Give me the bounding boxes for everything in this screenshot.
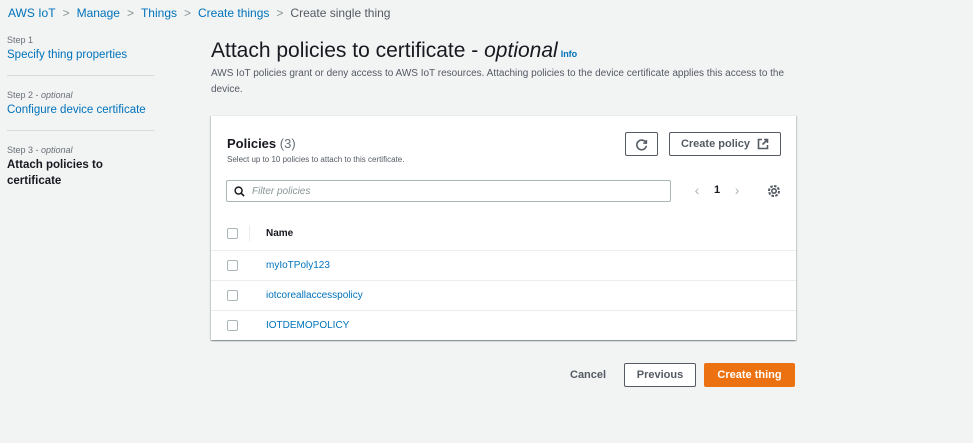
- chevron-right-icon[interactable]: ›: [730, 182, 744, 198]
- step-number: Step 3 - optional: [7, 145, 73, 155]
- step-number: Step 2 - optional: [7, 90, 73, 100]
- breadcrumb-aws-iot[interactable]: AWS IoT: [8, 6, 56, 20]
- wizard-step-2: Step 2 - optional Configure device certi…: [7, 75, 154, 130]
- panel-subtitle: Select up to 10 policies to attach to th…: [227, 155, 405, 164]
- policy-link[interactable]: myIoTPoly123: [266, 260, 330, 271]
- page-title: Attach policies to certificate - optiona…: [211, 39, 577, 63]
- chevron-left-icon[interactable]: ‹: [690, 182, 704, 198]
- refresh-icon: [635, 139, 647, 151]
- breadcrumb-create-things[interactable]: Create things: [198, 6, 269, 20]
- previous-button[interactable]: Previous: [624, 363, 696, 387]
- chevron-right-icon: >: [184, 6, 192, 20]
- external-link-icon: [757, 138, 769, 150]
- breadcrumb: AWS IoT > Manage > Things > Create thing…: [8, 6, 390, 20]
- table-row[interactable]: myIoTPoly123: [211, 251, 796, 281]
- page-number[interactable]: 1: [714, 184, 720, 196]
- wizard-step-3: Step 3 - optional Attach policies to cer…: [7, 130, 154, 201]
- create-policy-label: Create policy: [680, 138, 751, 150]
- column-divider: [249, 225, 250, 241]
- create-policy-button[interactable]: Create policy: [669, 132, 781, 156]
- page-title-optional: optional: [484, 39, 558, 62]
- row-checkbox[interactable]: [227, 320, 238, 331]
- panel-title: Policies (3): [227, 136, 296, 151]
- policies-table: Name myIoTPoly123 iotcoreallaccesspolicy…: [211, 216, 796, 340]
- step-number: Step 1: [7, 35, 34, 45]
- page-title-text: Attach policies to certificate -: [211, 39, 485, 62]
- select-all-checkbox[interactable]: [227, 227, 238, 239]
- column-header-name[interactable]: Name: [266, 228, 293, 239]
- refresh-button[interactable]: [625, 132, 658, 156]
- breadcrumb-manage[interactable]: Manage: [77, 6, 120, 20]
- panel-title-text: Policies: [227, 136, 277, 151]
- breadcrumb-things[interactable]: Things: [141, 6, 177, 20]
- chevron-right-icon: >: [276, 6, 284, 20]
- info-link[interactable]: Info: [561, 49, 578, 59]
- pagination: ‹ 1 ›: [690, 182, 744, 198]
- policy-link[interactable]: iotcoreallaccesspolicy: [266, 290, 363, 301]
- row-checkbox[interactable]: [227, 290, 238, 301]
- gear-icon[interactable]: [766, 183, 782, 199]
- wizard-steps: Step 1 Specify thing properties Step 2 -…: [7, 34, 154, 201]
- filter-policies-input[interactable]: [250, 184, 654, 198]
- table-row[interactable]: IOTDEMOPOLICY: [211, 311, 796, 340]
- table-row[interactable]: iotcoreallaccesspolicy: [211, 281, 796, 311]
- page-description: AWS IoT policies grant or deny access to…: [211, 68, 785, 95]
- create-thing-button[interactable]: Create thing: [704, 363, 795, 387]
- policies-panel: Policies (3) Select up to 10 policies to…: [211, 115, 796, 340]
- chevron-right-icon: >: [62, 6, 70, 20]
- policy-link[interactable]: IOTDEMOPOLICY: [266, 320, 349, 331]
- step-current-attach-policies: Attach policies to certificate: [7, 159, 103, 187]
- step-link-configure-device-certificate[interactable]: Configure device certificate: [7, 102, 154, 118]
- filter-policies-field[interactable]: [226, 180, 671, 202]
- search-icon: [234, 185, 245, 197]
- chevron-right-icon: >: [126, 6, 134, 20]
- breadcrumb-current: Create single thing: [290, 6, 391, 20]
- step-link-specify-thing-properties[interactable]: Specify thing properties: [7, 47, 154, 63]
- policy-count: (3): [279, 136, 296, 151]
- wizard-step-1: Step 1 Specify thing properties: [7, 34, 154, 75]
- row-checkbox[interactable]: [227, 260, 238, 271]
- table-header-row: Name: [211, 216, 796, 251]
- cancel-button[interactable]: Cancel: [570, 369, 606, 381]
